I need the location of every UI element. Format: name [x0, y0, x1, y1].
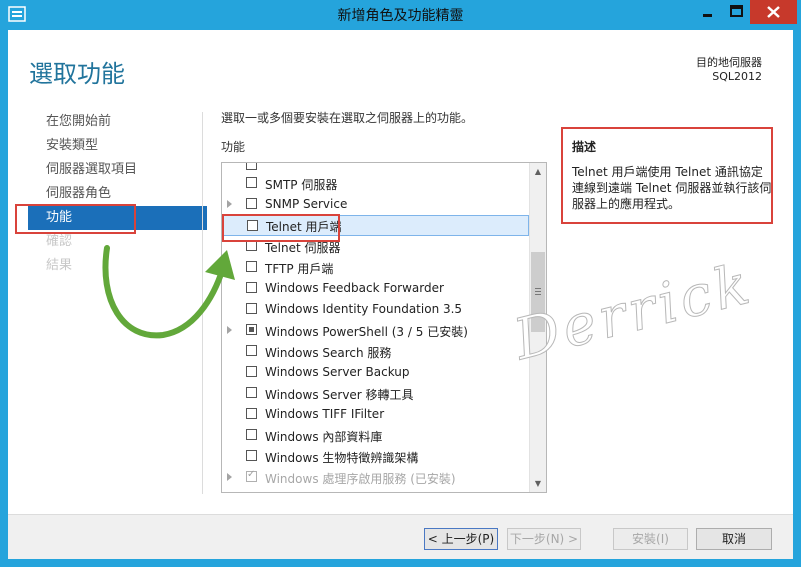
features-heading: 功能: [221, 140, 246, 154]
feature-row[interactable]: Windows 處理序啟用服務 (已安裝): [222, 467, 529, 488]
destination-server-name: SQL2012: [712, 70, 762, 83]
scroll-up-arrow-icon[interactable]: ▲: [530, 163, 546, 180]
feature-label: Windows TIFF IFilter: [265, 407, 385, 421]
title-bar: 新增角色及功能精靈: [0, 0, 801, 30]
feature-checkbox[interactable]: [246, 408, 257, 419]
cancel-button[interactable]: 取消: [696, 528, 772, 550]
feature-label: Windows 內部資料庫: [265, 430, 383, 444]
feature-checkbox[interactable]: [246, 261, 257, 272]
features-scrollbar[interactable]: ▲ ▼: [529, 163, 546, 492]
maximize-icon: [730, 5, 743, 17]
feature-label: SMTP 伺服器: [265, 178, 338, 192]
feature-checkbox[interactable]: [246, 163, 257, 170]
feature-row[interactable]: Windows 內部資料庫: [222, 425, 529, 446]
feature-row[interactable]: Telnet 伺服器: [222, 236, 529, 257]
feature-checkbox[interactable]: [247, 220, 258, 231]
features-tree-items: SMTP 伺服器 SNMP Service Telnet 用戶端 Telnet …: [222, 163, 529, 492]
feature-checkbox[interactable]: [246, 345, 257, 356]
feature-row[interactable]: Windows Identity Foundation 3.5: [222, 299, 529, 320]
feature-label: Telnet 伺服器: [265, 241, 341, 255]
feature-label: Windows Server Backup: [265, 365, 410, 379]
scroll-down-arrow-icon[interactable]: ▼: [530, 475, 546, 492]
close-icon: [767, 6, 780, 18]
expand-arrow-icon[interactable]: [227, 200, 232, 208]
feature-row[interactable]: Windows Feedback Forwarder: [222, 278, 529, 299]
feature-label: Windows Identity Foundation 3.5: [265, 302, 463, 316]
feature-label: Telnet 用戶端: [266, 220, 342, 234]
previous-button[interactable]: < 上一步(P): [424, 528, 498, 550]
feature-label: TFTP 用戶端: [265, 262, 334, 276]
feature-row[interactable]: SMTP 伺服器: [222, 173, 529, 194]
feature-checkbox[interactable]: [246, 177, 257, 188]
nav-step-before-you-begin[interactable]: 在您開始前: [28, 110, 207, 134]
feature-label: Windows Search 服務: [265, 346, 392, 360]
feature-row[interactable]: Windows TIFF IFilter: [222, 404, 529, 425]
close-button[interactable]: [750, 0, 797, 24]
feature-row[interactable]: Windows Search 服務: [222, 341, 529, 362]
scrollbar-thumb[interactable]: [531, 252, 545, 332]
feature-checkbox[interactable]: [246, 366, 257, 377]
feature-label: Windows PowerShell (3 / 5 已安裝): [265, 325, 468, 339]
nav-step-confirmation: 確認: [46, 234, 73, 249]
feature-checkbox[interactable]: [246, 303, 257, 314]
wizard-content: 選取功能 目的地伺服器 SQL2012 在您開始前 安裝類型 伺服器選取項目 伺…: [8, 30, 793, 559]
feature-row[interactable]: Windows Server 移轉工具: [222, 383, 529, 404]
description-heading: 描述: [572, 140, 597, 154]
feature-checkbox[interactable]: [246, 240, 257, 251]
feature-label: Windows Feedback Forwarder: [265, 281, 444, 295]
scrollbar-grip-icon: [535, 288, 541, 295]
feature-checkbox[interactable]: [246, 282, 257, 293]
nav-step-results: 結果: [46, 258, 73, 273]
wizard-window: 新增角色及功能精靈 選取功能 目的地伺服器 SQL2012 在您開始前 安裝類型…: [0, 0, 801, 567]
minimize-icon: [703, 14, 712, 17]
wizard-footer: < 上一步(P) 下一步(N) > 安裝(I) 取消: [8, 514, 793, 559]
feature-checkbox[interactable]: [246, 387, 257, 398]
features-tree[interactable]: SMTP 伺服器 SNMP Service Telnet 用戶端 Telnet …: [221, 162, 547, 493]
destination-label: 目的地伺服器: [696, 56, 762, 69]
feature-label: SNMP Service: [265, 197, 348, 211]
expand-arrow-icon[interactable]: [227, 326, 232, 334]
feature-row[interactable]: Windows Server Backup: [222, 362, 529, 383]
destination-server-info: 目的地伺服器 SQL2012: [696, 56, 762, 84]
window-title: 新增角色及功能精靈: [337, 8, 464, 24]
feature-row[interactable]: Windows PowerShell (3 / 5 已安裝): [222, 320, 529, 341]
feature-label: Windows Server 移轉工具: [265, 388, 414, 402]
feature-row-selected[interactable]: Telnet 用戶端: [222, 215, 529, 236]
minimize-button[interactable]: [693, 0, 723, 24]
feature-checkbox-checked: [246, 469, 257, 482]
install-button: 安裝(I): [613, 528, 688, 550]
nav-step-features[interactable]: 功能: [28, 206, 207, 230]
feature-row[interactable]: TFTP 用戶端: [222, 257, 529, 278]
feature-checkbox-partial[interactable]: [246, 324, 257, 335]
feature-row[interactable]: Windows 生物特徵辨識架構: [222, 446, 529, 467]
next-button: 下一步(N) >: [507, 528, 581, 550]
nav-step-installation-type[interactable]: 安裝類型: [28, 134, 207, 158]
page-title: 選取功能: [29, 60, 125, 88]
nav-step-server-roles[interactable]: 伺服器角色: [28, 182, 207, 206]
nav-divider: [202, 112, 203, 494]
wizard-steps-nav: 在您開始前 安裝類型 伺服器選取項目 伺服器角色 功能 確認 結果: [28, 110, 207, 278]
feature-checkbox[interactable]: [246, 429, 257, 440]
instruction-text: 選取一或多個要安裝在選取之伺服器上的功能。: [221, 111, 474, 125]
expand-arrow-icon[interactable]: [227, 473, 232, 481]
feature-label: Windows 生物特徵辨識架構: [265, 451, 419, 465]
description-text: Telnet 用戶端使用 Telnet 通訊協定連線到遠端 Telnet 伺服器…: [572, 165, 772, 211]
nav-step-server-selection[interactable]: 伺服器選取項目: [28, 158, 207, 182]
feature-checkbox[interactable]: [246, 450, 257, 461]
feature-label: Windows 處理序啟用服務 (已安裝): [265, 472, 456, 486]
maximize-button[interactable]: [723, 0, 750, 24]
feature-row[interactable]: SNMP Service: [222, 194, 529, 215]
feature-checkbox[interactable]: [246, 198, 257, 209]
